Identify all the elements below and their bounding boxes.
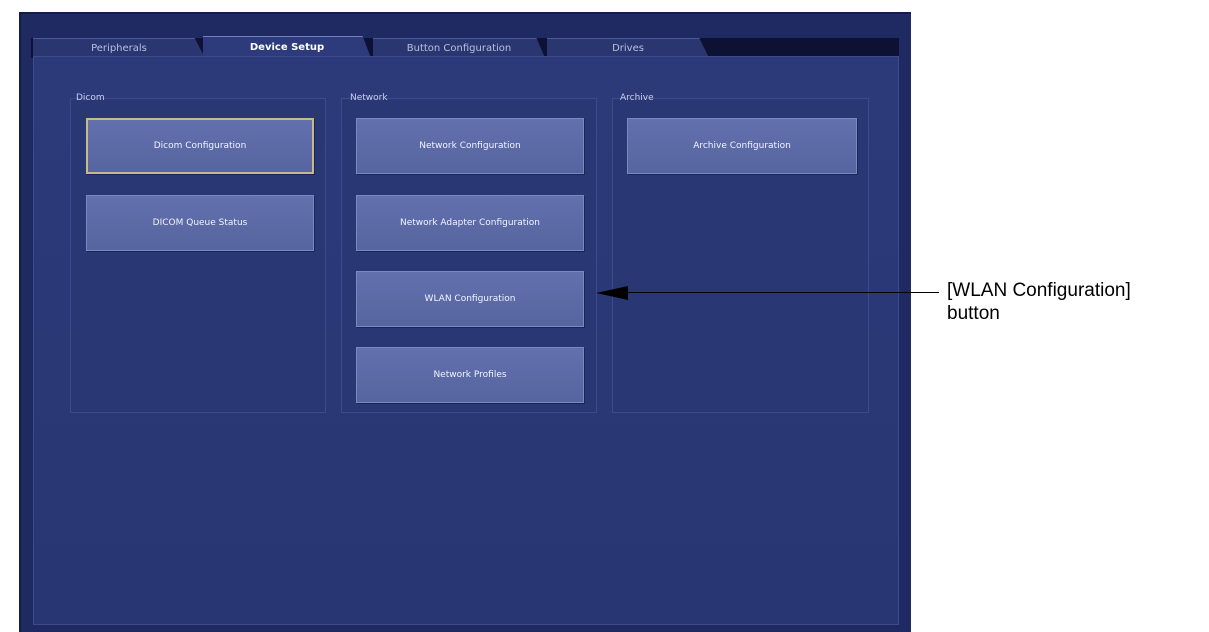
dicom-queue-status-button[interactable]: DICOM Queue Status bbox=[86, 195, 314, 251]
callout-label: [WLAN Configuration] button bbox=[947, 279, 1131, 325]
callout-label-line2: button bbox=[947, 303, 1000, 324]
tab-peripherals[interactable]: Peripherals bbox=[33, 38, 205, 58]
tab-button-configuration[interactable]: Button Configuration bbox=[373, 38, 545, 58]
callout-label-line1: [WLAN Configuration] bbox=[947, 280, 1131, 301]
dicom-configuration-button[interactable]: Dicom Configuration bbox=[86, 118, 314, 174]
wlan-configuration-button[interactable]: WLAN Configuration bbox=[356, 271, 584, 327]
archive-group-title: Archive bbox=[620, 93, 654, 103]
tab-device-setup[interactable]: Device Setup bbox=[203, 36, 371, 58]
device-setup-screen: Peripherals Device Setup Button Configur… bbox=[19, 12, 911, 632]
tab-bar-empty bbox=[711, 38, 897, 58]
network-configuration-button[interactable]: Network Configuration bbox=[356, 118, 584, 174]
archive-configuration-button[interactable]: Archive Configuration bbox=[627, 118, 857, 174]
tab-drives[interactable]: Drives bbox=[547, 38, 709, 58]
callout-arrow-icon bbox=[596, 286, 628, 300]
network-profiles-button[interactable]: Network Profiles bbox=[356, 347, 584, 403]
network-adapter-configuration-button[interactable]: Network Adapter Configuration bbox=[356, 195, 584, 251]
dicom-group-title: Dicom bbox=[76, 93, 105, 103]
tab-bar: Peripherals Device Setup Button Configur… bbox=[31, 36, 899, 58]
network-group-title: Network bbox=[350, 93, 388, 103]
callout-line bbox=[625, 292, 939, 293]
